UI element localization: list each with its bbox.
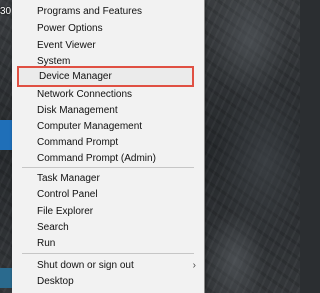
menu-item-desktop[interactable]: Desktop: [12, 273, 204, 290]
shutdown-label: Shut down or sign out: [37, 260, 134, 271]
menu-item-shut-down-or-sign-out[interactable]: Shut down or sign out ›: [12, 257, 204, 274]
desktop-window-edge: [0, 120, 12, 150]
menu-item-power-options[interactable]: Power Options: [12, 20, 204, 37]
taskbar-edge: [0, 268, 12, 288]
menu-item-search[interactable]: Search: [12, 219, 204, 236]
menu-item-command-prompt-admin[interactable]: Command Prompt (Admin): [12, 150, 204, 167]
menu-item-file-explorer[interactable]: File Explorer: [12, 203, 204, 220]
quick-link-menu: Programs and Features Power Options Even…: [12, 0, 205, 293]
menu-separator: [22, 253, 194, 254]
menu-item-disk-management[interactable]: Disk Management: [12, 102, 204, 119]
menu-item-command-prompt[interactable]: Command Prompt: [12, 134, 204, 151]
chevron-right-icon: ›: [192, 260, 196, 271]
menu-item-computer-management[interactable]: Computer Management: [12, 118, 204, 135]
menu-item-programs-and-features[interactable]: Programs and Features: [12, 3, 204, 20]
menu-item-run[interactable]: Run: [12, 235, 204, 252]
menu-item-network-connections[interactable]: Network Connections: [12, 86, 204, 103]
menu-item-device-manager[interactable]: Device Manager: [17, 66, 194, 87]
menu-item-task-manager[interactable]: Task Manager: [12, 170, 204, 187]
menu-separator: [22, 167, 194, 168]
menu-item-event-viewer[interactable]: Event Viewer: [12, 37, 204, 54]
menu-item-control-panel[interactable]: Control Panel: [12, 186, 204, 203]
